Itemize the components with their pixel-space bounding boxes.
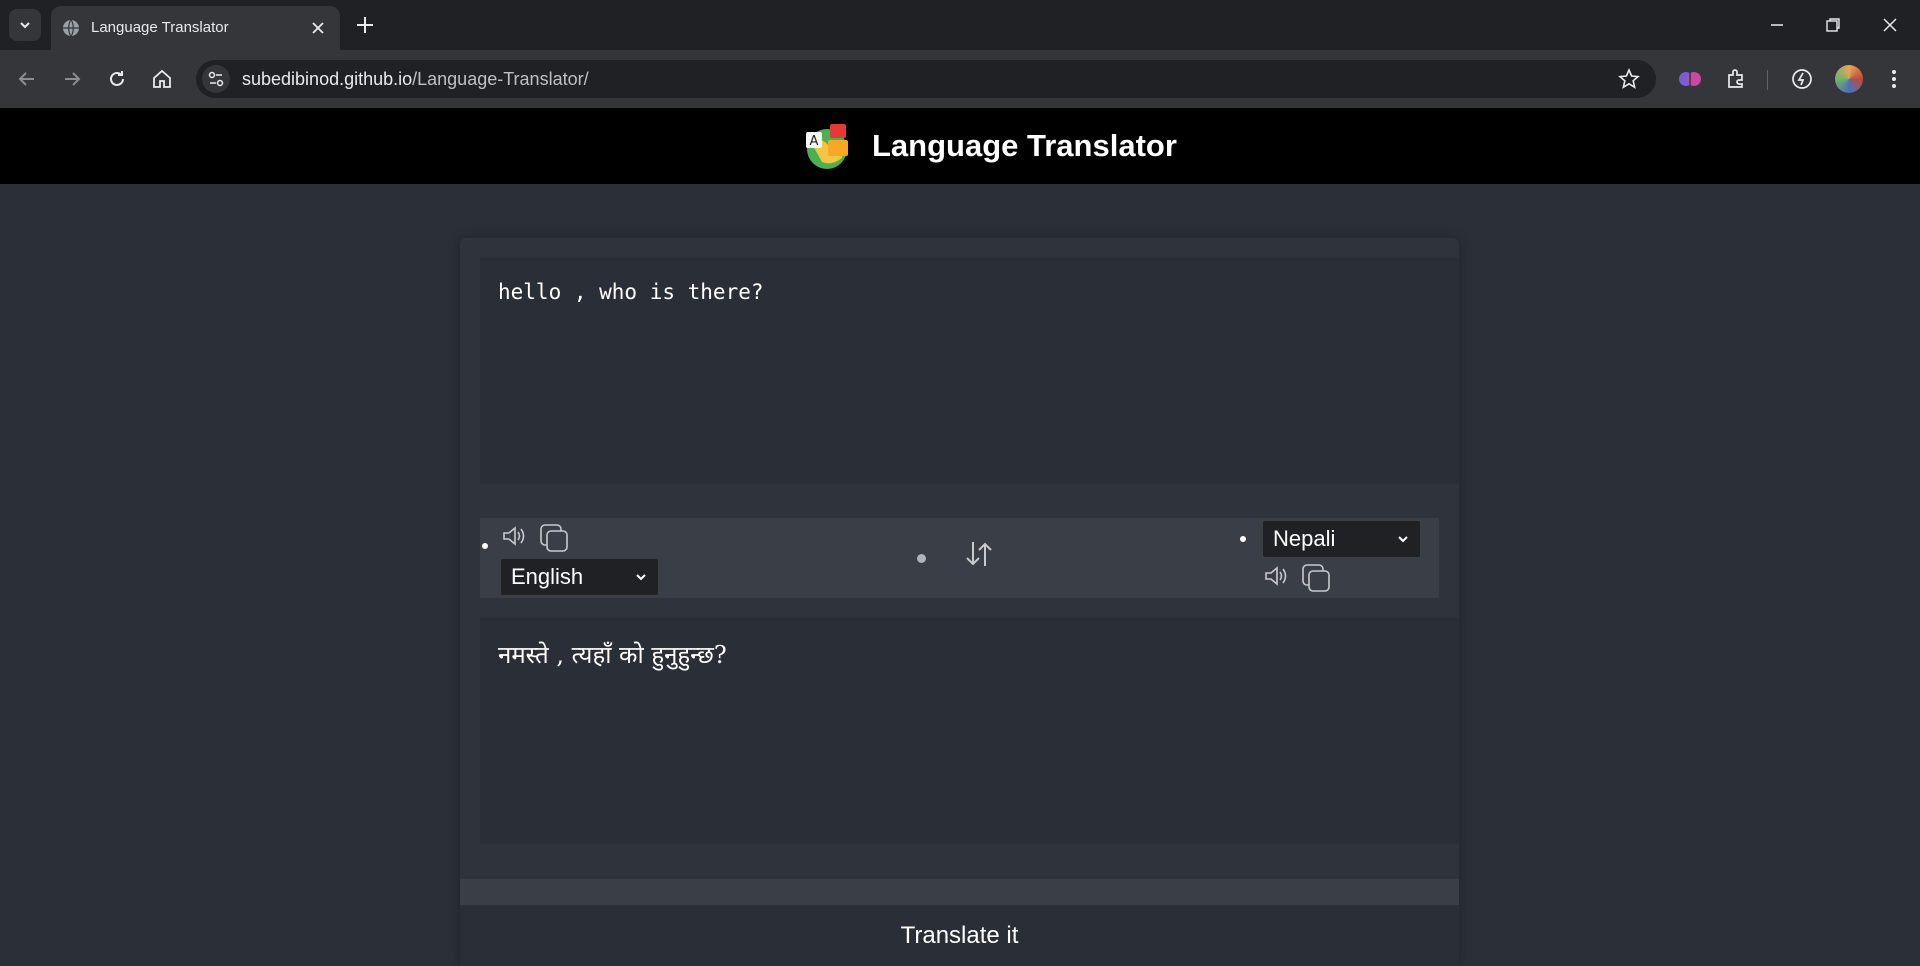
tab-strip: Language Translator <box>0 0 1920 50</box>
brain-extension-icon[interactable] <box>1676 65 1704 93</box>
svg-text:A: A <box>810 134 819 149</box>
browser-tab[interactable]: Language Translator <box>51 6 340 50</box>
list-bullet <box>482 543 488 549</box>
reload-icon[interactable] <box>104 66 130 92</box>
chevron-down-icon <box>1398 536 1408 543</box>
chevron-down-icon <box>20 22 30 29</box>
copy-icon[interactable] <box>1300 562 1332 594</box>
url-host: subedibinod.github.io <box>242 69 413 89</box>
translate-button[interactable]: Translate it <box>460 905 1459 966</box>
speaker-icon[interactable] <box>500 522 528 550</box>
new-tab-icon[interactable] <box>353 13 377 37</box>
target-language-value: Nepali <box>1273 526 1336 551</box>
window-close-icon[interactable] <box>1877 12 1903 38</box>
toolbar-divider <box>1767 70 1768 90</box>
language-controls: English Nepali <box>480 518 1439 598</box>
more-menu-icon[interactable] <box>1880 65 1908 93</box>
list-bullet <box>1240 536 1246 542</box>
site-title: Language Translator <box>872 128 1177 163</box>
translator-logo-icon: A <box>806 124 848 169</box>
site-header: A Language Translator <box>0 108 1920 184</box>
url-path: /Language-Translator/ <box>412 69 589 89</box>
browser-toolbar: subedibinod.github.io/Language-Translato… <box>0 50 1920 108</box>
performance-icon[interactable] <box>1788 65 1816 93</box>
chevron-down-icon <box>636 574 646 581</box>
source-language-select[interactable]: English <box>500 558 659 596</box>
list-bullet <box>917 554 926 563</box>
translate-divider <box>460 879 1459 905</box>
extensions-puzzle-icon[interactable] <box>1722 65 1750 93</box>
minimize-icon[interactable] <box>1764 12 1790 38</box>
translated-textarea[interactable]: नमस्ते , त्यहाँ को हुनुहुन्छ? <box>480 618 1459 844</box>
speaker-icon[interactable] <box>1262 562 1290 590</box>
target-language-select[interactable]: Nepali <box>1262 520 1421 558</box>
close-icon[interactable] <box>308 18 328 38</box>
forward-icon[interactable] <box>59 66 85 92</box>
translator-card: hello , who is there? English Nepali नमस… <box>460 238 1459 966</box>
tab-title: Language Translator <box>91 19 229 36</box>
tab-search-button[interactable] <box>9 9 41 41</box>
home-icon[interactable] <box>149 66 175 92</box>
back-icon[interactable] <box>14 66 40 92</box>
site-info-button[interactable] <box>202 65 230 93</box>
restore-icon[interactable] <box>1820 12 1846 38</box>
source-textarea[interactable]: hello , who is there? <box>480 258 1459 484</box>
tune-icon <box>208 71 224 87</box>
copy-icon[interactable] <box>538 522 570 554</box>
source-language-value: English <box>511 564 584 589</box>
swap-languages-icon[interactable] <box>961 536 997 572</box>
address-bar[interactable]: subedibinod.github.io/Language-Translato… <box>196 60 1656 98</box>
globe-icon <box>63 19 79 37</box>
url-text: subedibinod.github.io/Language-Translato… <box>242 69 589 90</box>
profile-avatar[interactable] <box>1835 65 1863 93</box>
bookmark-star-icon[interactable] <box>1618 68 1640 90</box>
